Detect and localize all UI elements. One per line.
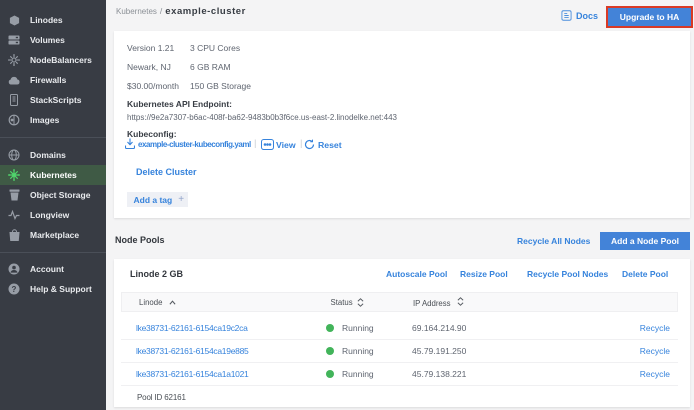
svg-text:?: ? <box>12 285 17 294</box>
